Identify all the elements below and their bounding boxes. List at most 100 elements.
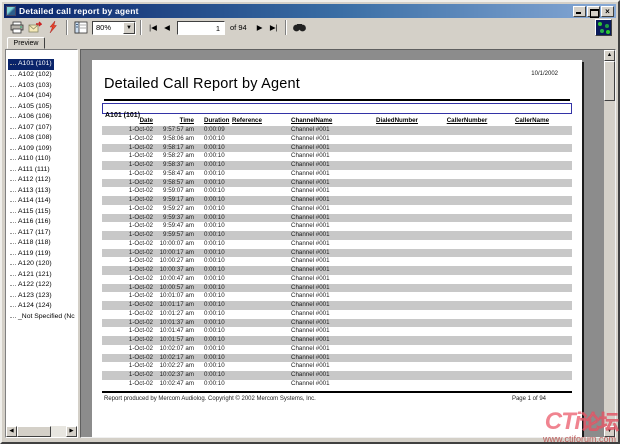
tab-preview[interactable]: Preview: [7, 37, 45, 49]
export-button[interactable]: [26, 19, 44, 36]
cell-callernumber: [432, 354, 502, 363]
tree-item[interactable]: A123 (123): [8, 291, 77, 302]
cell-channelname: Channel #001: [284, 144, 362, 153]
zoom-value: 80%: [93, 23, 123, 32]
chevron-down-icon[interactable]: ▼: [123, 22, 135, 34]
cell-time: 9:57:57 am: [156, 126, 196, 135]
cell-duration: 0:00:10: [196, 222, 232, 231]
cell-dialednumber: [362, 362, 432, 371]
cell-channelname: Channel #001: [284, 327, 362, 336]
page-number-input[interactable]: [177, 21, 225, 35]
cell-callername: [502, 284, 562, 293]
tree-item-label: A109 (109): [18, 145, 52, 152]
tree-item[interactable]: A109 (109): [8, 144, 77, 155]
search-icon: [292, 22, 307, 34]
scroll-right-icon[interactable]: ▶: [66, 426, 77, 437]
table-body: 1-Oct-02 9:57:57 am 0:00:09 Channel #001…: [102, 126, 572, 389]
title-bar: Detailed call report by agent ×: [4, 4, 616, 18]
cell-dialednumber: [362, 205, 432, 214]
scroll-left-icon[interactable]: ◀: [6, 426, 17, 437]
tree-item[interactable]: A103 (103): [8, 81, 77, 92]
cell-reference: [232, 196, 284, 205]
tree-item[interactable]: A112 (112): [8, 175, 77, 186]
tree-item[interactable]: A116 (116): [8, 217, 77, 228]
tree-item-label: A117 (117): [18, 229, 51, 236]
cell-time: 9:58:17 am: [156, 144, 196, 153]
cell-reference: [232, 249, 284, 258]
table-row: 1-Oct-02 9:59:57 am 0:00:10 Channel #001: [102, 231, 572, 240]
cell-reference: [232, 319, 284, 328]
cell-reference: [232, 222, 284, 231]
scroll-up-icon[interactable]: ▲: [604, 50, 615, 61]
tree-item[interactable]: A113 (113): [8, 186, 77, 197]
refresh-button[interactable]: [44, 19, 62, 36]
tree-item[interactable]: A118 (118): [8, 238, 77, 249]
search-button[interactable]: [291, 19, 309, 36]
tree-item[interactable]: A120 (120): [8, 259, 77, 270]
tree-item[interactable]: A117 (117): [8, 228, 77, 239]
tree-item[interactable]: A105 (105): [8, 102, 77, 113]
cell-duration: 0:00:10: [196, 161, 232, 170]
cell-channelname: Channel #001: [284, 310, 362, 319]
logo-icon[interactable]: [595, 19, 612, 36]
tree-item[interactable]: A119 (119): [8, 249, 77, 260]
tree-item[interactable]: A122 (122): [8, 280, 77, 291]
table-row: 1-Oct-02 9:59:27 am 0:00:10 Channel #001: [102, 205, 572, 214]
tree-item[interactable]: A115 (115): [8, 207, 77, 218]
cell-time: 9:59:57 am: [156, 231, 196, 240]
last-page-button[interactable]: ▶|: [267, 19, 281, 36]
cell-duration: 0:00:10: [196, 205, 232, 214]
cell-date: 1-Oct-02: [102, 275, 156, 284]
print-button[interactable]: [8, 19, 26, 36]
tree-horizontal-scrollbar[interactable]: ◀ ▶: [6, 426, 77, 437]
tree-item[interactable]: A104 (104): [8, 91, 77, 102]
cell-duration: 0:00:10: [196, 345, 232, 354]
next-page-button[interactable]: ▶: [253, 19, 267, 36]
cell-time: 10:00:57 am: [156, 284, 196, 293]
cell-channelname: Channel #001: [284, 266, 362, 275]
toggle-group-tree-button[interactable]: [72, 19, 90, 36]
first-page-button[interactable]: |◀: [146, 19, 160, 36]
table-row: 1-Oct-02 10:01:27 am 0:00:10 Channel #00…: [102, 310, 572, 319]
cell-callernumber: [432, 144, 502, 153]
tree-item[interactable]: A101 (101): [8, 59, 54, 70]
cell-callername: [502, 380, 562, 389]
cell-callernumber: [432, 345, 502, 354]
cell-dialednumber: [362, 152, 432, 161]
preview-vertical-scrollbar[interactable]: ▲ ▼: [604, 50, 615, 437]
tree-item[interactable]: A107 (107): [8, 123, 77, 134]
tree-item[interactable]: A114 (114): [8, 196, 77, 207]
tree-item[interactable]: A111 (111): [8, 165, 77, 176]
ctiforum-url: www.ctiforum.com: [483, 434, 618, 444]
table-row: 1-Oct-02 9:57:57 am 0:00:09 Channel #001: [102, 126, 572, 135]
tree-item[interactable]: A110 (110): [8, 154, 77, 165]
cell-duration: 0:00:10: [196, 354, 232, 363]
cell-duration: 0:00:10: [196, 214, 232, 223]
tree-item[interactable]: A124 (124): [8, 301, 77, 312]
cell-dialednumber: [362, 179, 432, 188]
tree-item[interactable]: _Not Specified (Nc: [8, 312, 77, 323]
restore-button[interactable]: [587, 6, 600, 17]
tree-item[interactable]: A108 (108): [8, 133, 77, 144]
minimize-button[interactable]: [573, 6, 586, 17]
cell-callernumber: [432, 362, 502, 371]
cell-duration: 0:00:10: [196, 380, 232, 389]
close-button[interactable]: ×: [601, 6, 614, 17]
cell-dialednumber: [362, 126, 432, 135]
scrollbar-thumb[interactable]: [604, 61, 615, 101]
prev-page-button[interactable]: ◀: [160, 19, 174, 36]
tree-item[interactable]: A121 (121): [8, 270, 77, 281]
zoom-select[interactable]: 80% ▼: [92, 21, 136, 35]
table-row: 1-Oct-02 10:02:17 am 0:00:10 Channel #00…: [102, 354, 572, 363]
scrollbar-thumb[interactable]: [17, 426, 51, 437]
tree-item[interactable]: A102 (102): [8, 70, 77, 81]
table-row: 1-Oct-02 10:01:47 am 0:00:10 Channel #00…: [102, 327, 572, 336]
cell-channelname: Channel #001: [284, 362, 362, 371]
cell-duration: 0:00:10: [196, 257, 232, 266]
cell-time: 9:59:07 am: [156, 187, 196, 196]
tree-item[interactable]: A106 (106): [8, 112, 77, 123]
col-header-dialednumber: DialedNumber: [362, 116, 432, 125]
cell-dialednumber: [362, 301, 432, 310]
cell-callernumber: [432, 266, 502, 275]
cell-reference: [232, 371, 284, 380]
